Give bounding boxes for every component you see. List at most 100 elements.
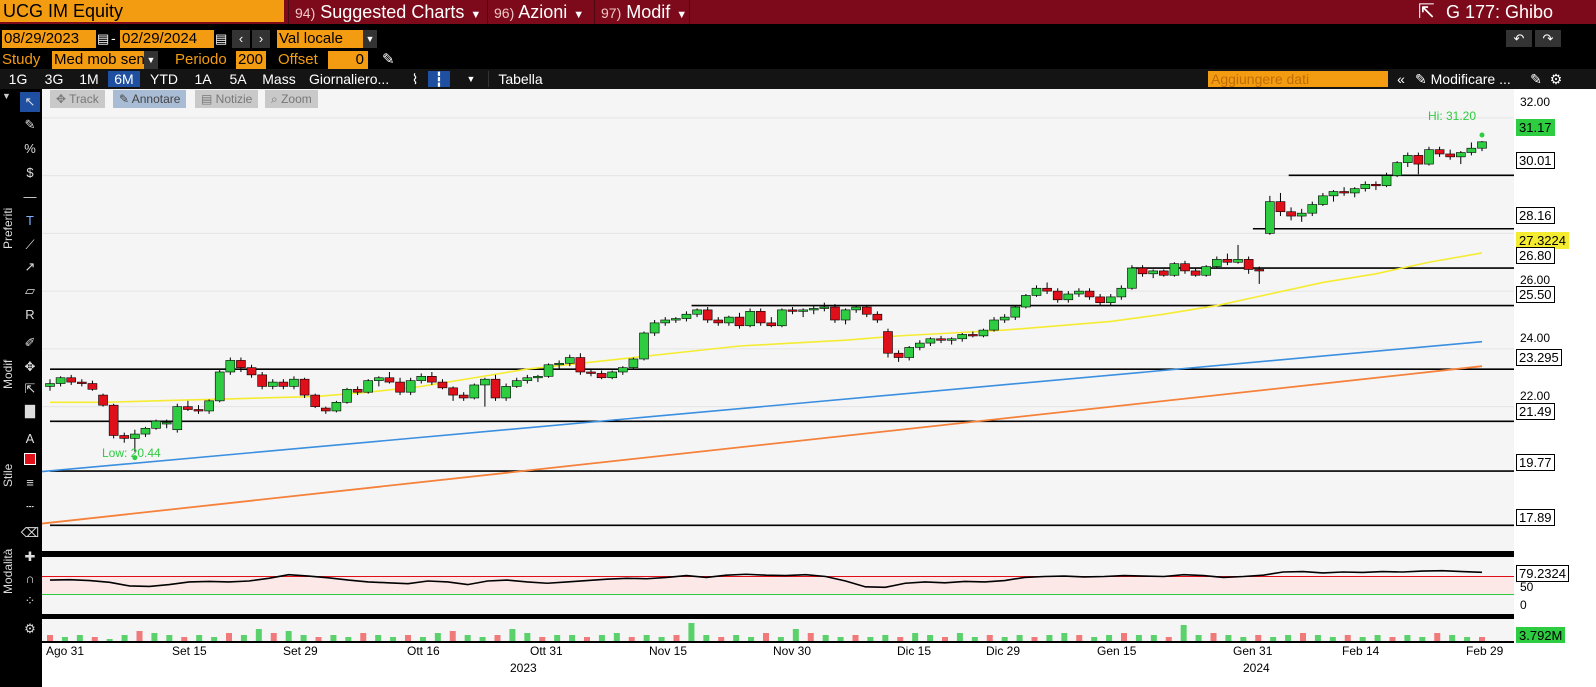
eraser-icon[interactable]: ⌫ [20,523,40,543]
table-button[interactable]: Tabella [488,71,552,87]
volume-bar [777,637,784,641]
candle-body [1180,263,1190,272]
select-icon[interactable]: ⇱ [20,379,40,399]
modify-button[interactable]: ✎ Modificare ... [1415,71,1525,87]
text-icon[interactable]: T [20,211,40,231]
candle-body [1466,147,1477,153]
range-1g[interactable]: 1G [2,71,34,87]
next-arrow-icon[interactable]: › [252,30,270,48]
chevron-down-icon[interactable]: ▼ [2,91,11,101]
dots-icon[interactable]: ⁘ [20,591,40,611]
range-3g[interactable]: 3G [38,71,70,87]
interval-select[interactable]: Giornaliero... [305,71,395,87]
percent-icon[interactable]: % [20,139,40,159]
candle-body [236,360,246,368]
line-chart-icon[interactable]: ⌇ [404,71,426,87]
settings-gear-icon[interactable]: ⚙ [20,619,40,639]
price-chart[interactable]: Hi: 31.20 Low: 20.44 [41,89,1514,551]
section-modalita[interactable]: Modalità [1,549,15,594]
candle-body [225,360,236,373]
candle-chart-icon[interactable]: ┇ [428,71,450,87]
line-weight-icon[interactable]: ≡ [20,473,40,493]
tool-zoom[interactable]: ⌕ Zoom [265,90,318,108]
crosshair-icon[interactable]: ✚ [20,547,40,567]
color-swatch-icon[interactable] [20,451,40,471]
range-6m[interactable]: 6M [108,71,140,87]
channel-icon[interactable]: ▱ [20,281,40,301]
font-icon[interactable]: A [20,429,40,449]
volume-bar [1076,635,1083,641]
candle-body [1328,191,1339,197]
candle-body [543,364,554,377]
popout-icon[interactable]: ⇱ [1418,1,1435,23]
volume-panel[interactable] [42,619,1514,641]
tool-annotare[interactable]: ✎ Annotare [113,90,187,108]
chevron-down-icon[interactable]: ▼ [464,71,478,87]
prev-arrow-icon[interactable]: ‹ [232,30,250,48]
crosshair-icon: ✥ [56,92,70,106]
rsi-panel[interactable] [42,557,1514,614]
pen-icon[interactable]: ✐ [20,333,40,353]
candle-body [352,388,363,393]
calendar-icon[interactable]: ▤ [215,31,227,47]
menu-azioni[interactable]: 96) Azioni ▼ [487,0,592,24]
trash-icon[interactable]: ▇ [20,401,40,421]
currency-select[interactable]: Val locale ▼ [277,30,377,48]
volume-bar [598,635,605,641]
redo-icon[interactable]: ↷ [1535,30,1561,47]
range-ytd[interactable]: YTD [143,71,185,87]
study-select[interactable]: Med mob sen ▼ [52,51,158,69]
cursor-icon[interactable]: ↖ [20,92,40,112]
candle-body [342,388,352,403]
edit-icon[interactable]: ✎ [1528,71,1544,87]
study-bar: Study Med mob sen ▼ Periodo 200 Offset 0 … [0,50,1596,69]
volume-bar [1106,635,1113,641]
range-1a[interactable]: 1A [188,71,218,87]
tool-track[interactable]: ✥ Track [50,90,105,108]
line-style-icon[interactable]: ┄ [20,497,40,517]
tool-notizie[interactable]: ▤ Notizie [195,90,259,108]
section-stile[interactable]: Stile [1,464,15,487]
candle-body [745,311,755,327]
candle-body [1392,162,1402,176]
magnet-icon[interactable]: ∩ [20,569,40,589]
period-input[interactable]: 200 [236,51,266,69]
annotate-icon[interactable]: ✎ [20,115,40,135]
collapse-icon[interactable]: « [1392,71,1410,87]
volume-bar [1091,637,1098,641]
add-data-input[interactable]: Aggiungere dati [1208,71,1388,87]
candle-body [384,377,395,383]
offset-input[interactable]: 0 [328,51,368,69]
candle-body [66,377,77,383]
section-preferiti[interactable]: Preferiti [1,208,15,249]
menu-modif[interactable]: 97) Modif ▼ [594,0,690,24]
range-5a[interactable]: 5A [222,71,254,87]
gear-icon[interactable]: ⚙ [1548,71,1564,87]
range-1m[interactable]: 1M [72,71,106,87]
move-icon[interactable]: ✥ [20,357,40,377]
pencil-icon[interactable]: ✎ [382,50,395,68]
volume-bar [390,637,397,641]
retracement-icon[interactable]: R [20,305,40,325]
volume-bar [628,637,635,641]
candle-body [310,394,320,407]
candle-body [511,380,522,387]
undo-icon[interactable]: ↶ [1506,30,1532,47]
hline-icon[interactable]: — [20,187,40,207]
range-mass[interactable]: Mass [257,71,301,87]
dollar-icon[interactable]: $ [20,163,40,183]
trendline-icon[interactable]: ⟋ [20,235,40,255]
section-modif[interactable]: Modif [1,360,15,389]
time-tick: Ott 31 [530,644,563,658]
calendar-icon[interactable]: ▤ [97,31,109,47]
menu-suggested-charts[interactable]: 94) Suggested Charts ▼ [288,0,485,24]
start-date-input[interactable]: 08/29/2023 [2,30,96,48]
candle-body [755,311,766,324]
volume-bar [226,633,232,641]
end-date-input[interactable]: 02/29/2024 [120,30,214,48]
candle-body [1455,152,1466,158]
volume-bar [658,637,665,641]
volume-bar [539,637,546,641]
ticker-field[interactable]: UCG IM Equity [0,0,284,22]
ray-icon[interactable]: ↗ [20,257,40,277]
